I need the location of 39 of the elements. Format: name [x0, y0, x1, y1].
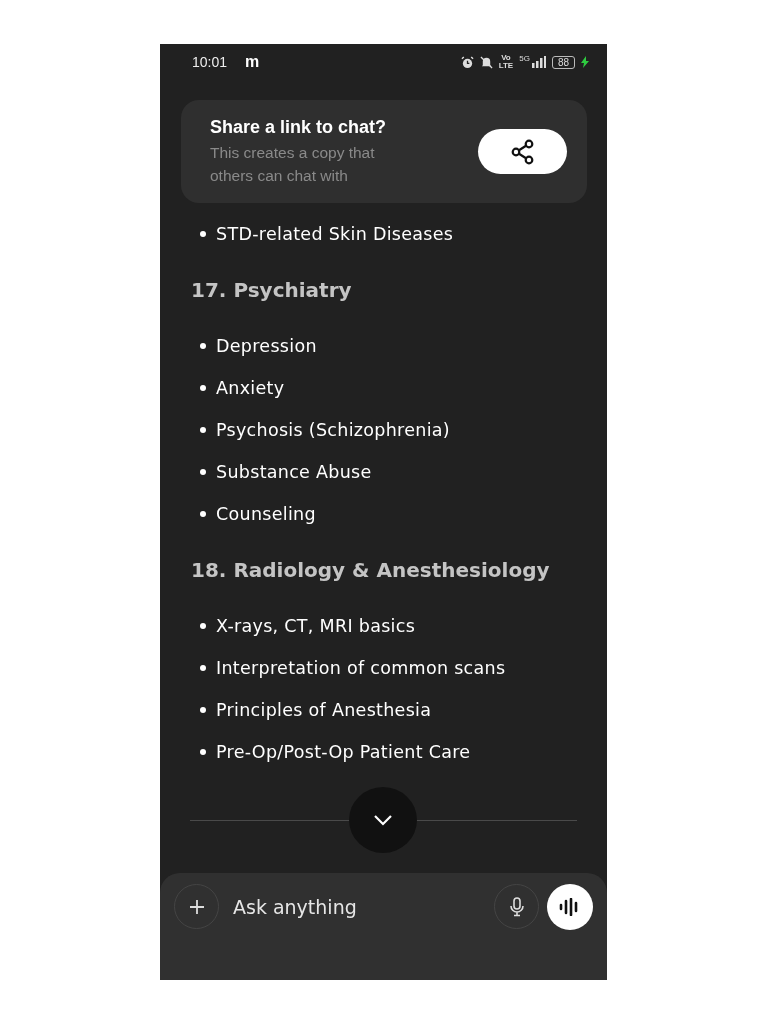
network-type: 5G: [519, 54, 530, 63]
list-item: X-rays, CT, MRI basics: [216, 616, 416, 636]
bullet-icon: [200, 511, 206, 517]
bullet-icon: [200, 343, 206, 349]
list-item: Anxiety: [216, 378, 285, 398]
bullet-icon: [200, 749, 206, 755]
bullet-icon: [200, 385, 206, 391]
bullet-icon: [200, 665, 206, 671]
banner-title: Share a link to chat?: [210, 116, 388, 138]
alarm-icon: [460, 55, 474, 69]
status-time: 10:01: [192, 54, 228, 70]
list-item: Interpretation of common scans: [216, 658, 506, 678]
chevron-down-icon: [373, 814, 393, 826]
bullet-icon: [200, 469, 206, 475]
battery-indicator: 88: [551, 55, 575, 69]
list-item: Pre-Op/Post-Op Patient Care: [216, 742, 471, 762]
section-heading: 17. Psychiatry: [191, 277, 353, 304]
bullet-icon: [200, 427, 206, 433]
list-item: Depression: [216, 336, 317, 356]
share-button[interactable]: [478, 129, 567, 174]
voice-mode-button[interactable]: [547, 884, 593, 930]
list-item: Principles of Anesthesia: [216, 700, 432, 720]
section-heading: 18. Radiology & Anesthesiology: [191, 557, 551, 584]
plus-icon: [188, 898, 205, 915]
bullet-icon: [200, 707, 206, 713]
bullet-icon: [200, 623, 206, 629]
bell-off-icon: [479, 55, 493, 69]
banner-subtitle: This creates a copy that others can chat with: [210, 142, 376, 186]
share-icon: [510, 138, 535, 165]
list-item: STD-related Skin Diseases: [216, 224, 454, 244]
list-item: Substance Abuse: [216, 462, 372, 482]
app-logo: m: [245, 53, 260, 71]
list-item: Counseling: [216, 504, 316, 524]
bullet-icon: [200, 231, 206, 237]
message-input[interactable]: Ask anything: [229, 884, 484, 929]
volte-indicator: Vo LTE: [498, 54, 514, 70]
signal-icon: [531, 56, 546, 68]
list-item: Psychosis (Schizophrenia): [216, 420, 450, 440]
microphone-icon: [509, 896, 524, 917]
